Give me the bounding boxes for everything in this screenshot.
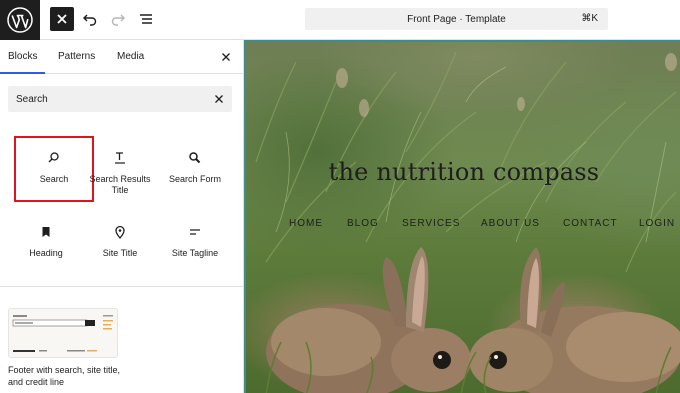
block-label: Site Title xyxy=(102,248,138,258)
search-form-icon xyxy=(185,148,205,168)
wordpress-icon xyxy=(7,7,33,33)
inserter-tabs: Blocks Patterns Media xyxy=(0,40,243,74)
command-palette-bar[interactable]: Front Page · Template ⌘K xyxy=(305,8,608,30)
close-icon xyxy=(215,95,223,103)
bookmark-icon xyxy=(36,222,56,242)
undo-icon xyxy=(83,14,97,26)
document-overview-button[interactable] xyxy=(135,8,157,30)
block-search[interactable]: Search xyxy=(14,136,94,202)
nav-item-home[interactable]: HOME xyxy=(289,218,323,229)
close-icon xyxy=(222,53,230,61)
editor-top-bar: Front Page · Template ⌘K xyxy=(0,0,680,40)
block-label: Site Tagline xyxy=(171,248,219,258)
block-label: Search Results Title xyxy=(89,174,151,195)
block-search-input[interactable] xyxy=(8,86,204,112)
site-title[interactable]: the nutrition compass xyxy=(246,158,680,186)
block-search-form[interactable]: Search Form xyxy=(157,138,233,200)
nav-item-blog[interactable]: BLOG xyxy=(347,218,379,229)
nav-item-about-us[interactable]: ABOUT US xyxy=(481,218,540,229)
block-heading[interactable]: Heading xyxy=(8,212,84,274)
block-site-tagline[interactable]: Site Tagline xyxy=(157,212,233,274)
block-search xyxy=(8,86,232,112)
block-site-title[interactable]: Site Title xyxy=(82,212,158,274)
close-inserter-button[interactable] xyxy=(50,7,74,31)
block-label: Search Form xyxy=(168,174,221,184)
nav-item-services[interactable]: SERVICES xyxy=(402,218,460,229)
map-marker-icon xyxy=(110,222,130,242)
redo-icon xyxy=(111,14,125,26)
pattern-label: Footer with search, site title, and cred… xyxy=(8,365,121,387)
wordpress-logo[interactable] xyxy=(0,0,40,40)
nav-item-login[interactable]: LOGIN xyxy=(639,218,675,229)
title-icon xyxy=(110,148,130,168)
tab-blocks[interactable]: Blocks xyxy=(0,40,46,74)
block-search-results-title[interactable]: Search Results Title xyxy=(82,138,158,200)
redo-button[interactable] xyxy=(107,8,129,30)
command-shortcut: ⌘K xyxy=(581,13,598,24)
search-icon xyxy=(44,148,64,168)
editor-canvas[interactable]: the nutrition compass HOME BLOG SERVICES… xyxy=(244,40,680,393)
block-inserter-panel: Blocks Patterns Media Search Search Resu… xyxy=(0,40,244,393)
tab-media[interactable]: Media xyxy=(117,40,144,74)
list-view-icon xyxy=(140,14,152,24)
block-label: Heading xyxy=(29,248,63,258)
undo-button[interactable] xyxy=(79,8,101,30)
tagline-icon xyxy=(185,222,205,242)
tab-patterns[interactable]: Patterns xyxy=(58,40,95,74)
block-label: Search xyxy=(39,174,69,184)
pattern-preview[interactable] xyxy=(8,308,118,358)
section-divider xyxy=(0,286,243,287)
rabbits-cover-image xyxy=(265,247,680,393)
nav-item-contact[interactable]: CONTACT xyxy=(563,218,618,229)
pattern-thumbnail-image xyxy=(12,315,113,352)
document-title: Front Page · Template xyxy=(407,13,506,25)
clear-search-button[interactable] xyxy=(212,92,226,106)
close-icon xyxy=(57,14,67,24)
close-panel-button[interactable] xyxy=(219,50,233,64)
